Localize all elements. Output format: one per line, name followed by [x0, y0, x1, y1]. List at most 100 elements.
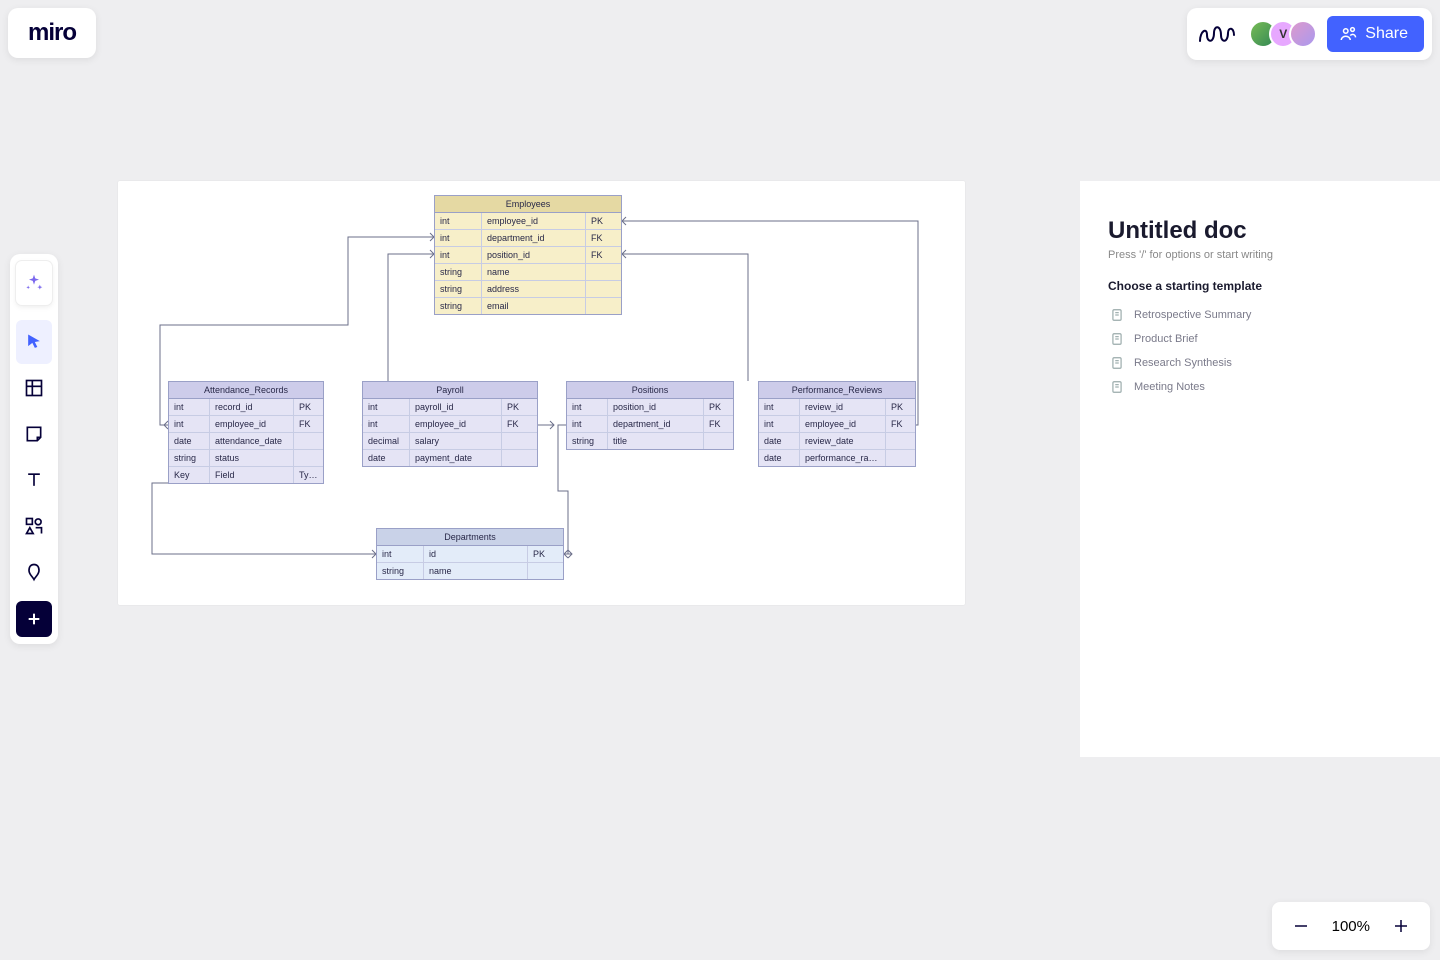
cell [585, 281, 621, 297]
cell: employee_id [481, 213, 585, 229]
cell: PK [293, 399, 323, 415]
cell [527, 563, 563, 579]
text-tool[interactable] [16, 458, 52, 502]
cell: int [567, 416, 607, 432]
cell [585, 264, 621, 280]
table-row: intdepartment_idFK [435, 229, 621, 246]
template-label: Retrospective Summary [1134, 309, 1251, 321]
table-row: intpayroll_idPK [363, 399, 537, 415]
frame-tool[interactable] [16, 366, 52, 410]
table-row: stringaddress [435, 280, 621, 297]
entity-title: Positions [567, 382, 733, 399]
doc-icon [1110, 308, 1124, 322]
cell: employee_id [799, 416, 885, 432]
table-row: decimalsalary [363, 432, 537, 449]
table-row: stringemail [435, 297, 621, 314]
cell: string [169, 450, 209, 466]
table-row: datepayment_date [363, 449, 537, 466]
table-row: datereview_date [759, 432, 915, 449]
avatar[interactable] [1289, 20, 1317, 48]
entity-employees[interactable]: Employees intemployee_idPKintdepartment_… [434, 195, 622, 315]
cell: employee_id [409, 416, 501, 432]
cell [501, 450, 537, 466]
cell: position_id [481, 247, 585, 263]
cell: date [759, 450, 799, 466]
entity-positions[interactable]: Positions intposition_idPKintdepartment_… [566, 381, 734, 450]
cell [703, 433, 733, 449]
cell: title [607, 433, 703, 449]
table-row: intemployee_idFK [363, 415, 537, 432]
entity-attendance[interactable]: Attendance_Records intrecord_idPKintempl… [168, 381, 324, 484]
plus-icon [1392, 917, 1410, 935]
cell: decimal [363, 433, 409, 449]
sticky-tool[interactable] [16, 412, 52, 456]
table-row: intidPK [377, 546, 563, 562]
table-row: dateattendance_date [169, 432, 323, 449]
add-tool[interactable] [16, 601, 52, 637]
cell: string [435, 281, 481, 297]
entity-title: Performance_Reviews [759, 382, 915, 399]
entity-payroll[interactable]: Payroll intpayroll_idPKintemployee_idFKd… [362, 381, 538, 467]
scribble-icon[interactable] [1195, 16, 1239, 52]
cell: payroll_id [409, 399, 501, 415]
table-row: intrecord_idPK [169, 399, 323, 415]
table-row: intemployee_idFK [759, 415, 915, 432]
cell [885, 433, 915, 449]
cell: int [363, 399, 409, 415]
canvas[interactable]: Employees intemployee_idPKintdepartment_… [118, 181, 965, 605]
cell: performance_rating [799, 450, 885, 466]
cell: Field [209, 467, 293, 483]
doc-title[interactable]: Untitled doc [1108, 217, 1412, 245]
doc-icon [1110, 356, 1124, 370]
zoom-control: 100% [1272, 902, 1430, 950]
cell: department_id [607, 416, 703, 432]
cell: review_date [799, 433, 885, 449]
template-item[interactable]: Product Brief [1108, 327, 1412, 351]
table-row: stringname [435, 263, 621, 280]
table-row: intposition_idPK [567, 399, 733, 415]
share-label: Share [1365, 25, 1408, 43]
zoom-level[interactable]: 100% [1332, 918, 1370, 935]
pen-tool[interactable] [16, 550, 52, 594]
cell: position_id [607, 399, 703, 415]
table-row: intposition_idFK [435, 246, 621, 263]
template-item[interactable]: Research Synthesis [1108, 351, 1412, 375]
cell: string [567, 433, 607, 449]
logo-card[interactable]: miro [8, 8, 96, 58]
zoom-in-button[interactable] [1388, 913, 1414, 939]
cell [293, 433, 323, 449]
logo-text: miro [28, 19, 76, 47]
cell: PK [703, 399, 733, 415]
cell: department_id [481, 230, 585, 246]
table-row: stringstatus [169, 449, 323, 466]
zoom-out-button[interactable] [1288, 913, 1314, 939]
cell: status [209, 450, 293, 466]
table-row: dateperformance_rating [759, 449, 915, 466]
doc-panel[interactable]: Untitled doc Press '/' for options or st… [1080, 181, 1440, 757]
cell: int [435, 247, 481, 263]
entity-departments[interactable]: Departments intidPKstringname [376, 528, 564, 580]
shapes-tool[interactable] [16, 504, 52, 548]
entity-reviews[interactable]: Performance_Reviews intreview_idPKintemp… [758, 381, 916, 467]
template-item[interactable]: Retrospective Summary [1108, 303, 1412, 327]
cell: int [169, 399, 209, 415]
template-heading: Choose a starting template [1108, 279, 1412, 293]
cell: review_id [799, 399, 885, 415]
template-item[interactable]: Meeting Notes [1108, 375, 1412, 399]
cell: name [423, 563, 527, 579]
select-tool[interactable] [16, 320, 52, 364]
cell: int [377, 546, 423, 562]
cell: name [481, 264, 585, 280]
cell: Key [169, 467, 209, 483]
ai-tool[interactable] [16, 261, 52, 305]
cell: date [759, 433, 799, 449]
cell: int [169, 416, 209, 432]
share-button[interactable]: Share [1327, 16, 1424, 52]
entity-title: Payroll [363, 382, 537, 399]
cell: PK [501, 399, 537, 415]
cell: attendance_date [209, 433, 293, 449]
table-row: KeyFieldType [169, 466, 323, 483]
cell: Type [293, 467, 323, 483]
entity-title: Attendance_Records [169, 382, 323, 399]
avatar-stack[interactable]: V [1249, 20, 1317, 48]
